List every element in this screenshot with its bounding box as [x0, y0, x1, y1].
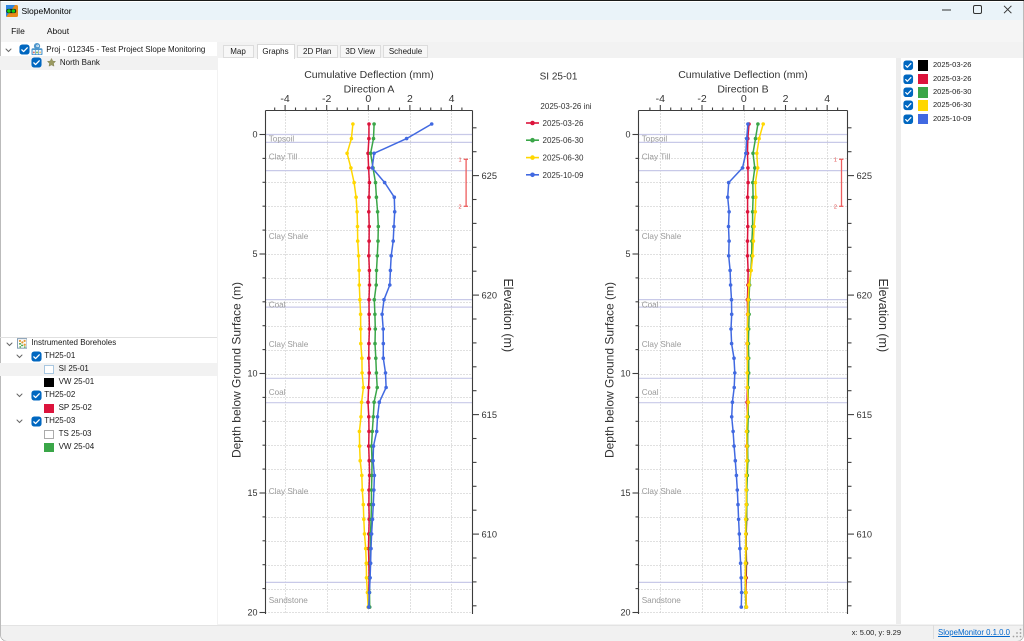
svg-text:625: 625 — [857, 171, 873, 181]
svg-text:1: 1 — [834, 157, 837, 163]
svg-text:Cumulative Deflection (mm): Cumulative Deflection (mm) — [304, 69, 434, 81]
svg-text:-2: -2 — [697, 93, 706, 105]
svg-text:Clay Shale: Clay Shale — [642, 340, 682, 349]
svg-text:2025-03-26 ini: 2025-03-26 ini — [540, 102, 591, 111]
svg-text:SI 25-01: SI 25-01 — [540, 72, 578, 83]
svg-text:Coal: Coal — [642, 301, 659, 310]
svg-text:2: 2 — [834, 205, 837, 211]
svg-text:1: 1 — [458, 157, 461, 163]
svg-text:0: 0 — [365, 93, 371, 105]
svg-text:Coal: Coal — [269, 301, 286, 310]
svg-text:Cumulative Deflection (mm): Cumulative Deflection (mm) — [678, 69, 808, 81]
svg-text:Elevation (m): Elevation (m) — [501, 278, 515, 352]
svg-text:620: 620 — [857, 290, 873, 300]
svg-text:Elevation (m): Elevation (m) — [876, 278, 890, 352]
svg-text:Clay Shale: Clay Shale — [642, 487, 682, 496]
svg-text:Depth below Ground Surface (m): Depth below Ground Surface (m) — [603, 282, 617, 458]
svg-text:Clay Shale: Clay Shale — [269, 487, 309, 496]
svg-text:20: 20 — [620, 608, 630, 618]
svg-text:Depth below Ground Surface (m): Depth below Ground Surface (m) — [230, 282, 244, 458]
svg-text:Clay Till: Clay Till — [642, 153, 671, 162]
svg-text:Sandstone: Sandstone — [269, 596, 309, 605]
svg-text:Clay Shale: Clay Shale — [642, 232, 682, 241]
svg-text:-2: -2 — [322, 93, 331, 105]
svg-text:20: 20 — [247, 608, 257, 618]
svg-text:Sandstone: Sandstone — [642, 596, 682, 605]
svg-text:15: 15 — [620, 488, 630, 498]
svg-text:0: 0 — [741, 93, 747, 105]
svg-text:-4: -4 — [656, 93, 665, 105]
svg-text:Coal: Coal — [269, 388, 286, 397]
svg-text:2025-06-30: 2025-06-30 — [543, 136, 584, 145]
svg-text:10: 10 — [620, 369, 630, 379]
svg-text:0: 0 — [252, 130, 257, 140]
svg-text:2025-06-30: 2025-06-30 — [543, 154, 584, 163]
svg-text:610: 610 — [857, 529, 873, 539]
svg-text:625: 625 — [482, 171, 498, 181]
svg-text:2025-03-26: 2025-03-26 — [543, 119, 584, 128]
svg-text:2: 2 — [407, 93, 413, 105]
svg-text:4: 4 — [449, 93, 455, 105]
svg-text:4: 4 — [824, 93, 830, 105]
svg-text:Coal: Coal — [642, 388, 659, 397]
svg-text:15: 15 — [247, 488, 257, 498]
svg-text:2025-10-09: 2025-10-09 — [543, 171, 584, 180]
svg-text:10: 10 — [247, 369, 257, 379]
svg-text:615: 615 — [857, 410, 873, 420]
svg-text:-4: -4 — [280, 93, 289, 105]
svg-text:2: 2 — [458, 205, 461, 211]
svg-text:0: 0 — [625, 130, 630, 140]
svg-text:615: 615 — [482, 410, 498, 420]
svg-text:Clay Till: Clay Till — [269, 153, 298, 162]
svg-text:Topsoil: Topsoil — [642, 135, 668, 144]
svg-text:Topsoil: Topsoil — [269, 135, 295, 144]
svg-text:Clay Shale: Clay Shale — [269, 340, 309, 349]
svg-text:5: 5 — [252, 249, 257, 259]
svg-text:Clay Shale: Clay Shale — [269, 232, 309, 241]
svg-text:5: 5 — [625, 249, 630, 259]
svg-text:2: 2 — [783, 93, 789, 105]
svg-text:610: 610 — [482, 529, 498, 539]
svg-text:620: 620 — [482, 290, 498, 300]
